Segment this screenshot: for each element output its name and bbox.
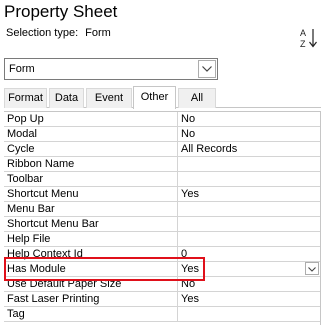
property-row-tag[interactable]: Tag <box>4 307 320 322</box>
property-grid: Pop Up No Modal No Cycle All Records Rib… <box>4 111 321 325</box>
property-label: Shortcut Menu <box>4 187 178 201</box>
property-row-help-file[interactable]: Help File <box>4 232 320 247</box>
has-module-dropdown-button[interactable] <box>305 262 319 275</box>
property-label: Tag <box>4 307 178 321</box>
property-value[interactable]: Yes <box>181 187 317 201</box>
property-row-use-default-paper-size[interactable]: Use Default Paper Size No <box>4 277 320 292</box>
object-selector-combo[interactable]: Form <box>4 58 218 80</box>
selection-type-label: Selection type: <box>6 27 79 39</box>
property-row-toolbar[interactable]: Toolbar <box>4 172 320 187</box>
svg-text:A: A <box>300 28 306 38</box>
property-label: Modal <box>4 127 178 141</box>
property-label: Shortcut Menu Bar <box>4 217 178 231</box>
property-label: Help File <box>4 232 178 246</box>
property-value[interactable]: All Records <box>181 142 317 156</box>
property-row-fast-laser-printing[interactable]: Fast Laser Printing Yes <box>4 292 320 307</box>
property-label: Use Default Paper Size <box>4 277 178 291</box>
chevron-down-icon <box>308 267 316 272</box>
property-value[interactable]: 0 <box>181 247 317 261</box>
property-row-shortcut-menu[interactable]: Shortcut Menu Yes <box>4 187 320 202</box>
panel-title: Property Sheet <box>4 2 118 21</box>
property-value[interactable]: No <box>181 112 317 126</box>
property-value[interactable]: Yes <box>181 262 317 276</box>
property-label: Cycle <box>4 142 178 156</box>
tab-all[interactable]: All <box>178 88 216 108</box>
tab-data[interactable]: Data <box>49 88 84 108</box>
property-row-shortcut-menu-bar[interactable]: Shortcut Menu Bar <box>4 217 320 232</box>
property-value[interactable]: No <box>181 277 317 291</box>
property-label: Help Context Id <box>4 247 178 261</box>
property-label: Ribbon Name <box>4 157 178 171</box>
property-row-has-module[interactable]: Has Module Yes <box>4 262 320 277</box>
property-label: Fast Laser Printing <box>4 292 178 306</box>
property-row-ribbon-name[interactable]: Ribbon Name <box>4 157 320 172</box>
tab-format[interactable]: Format <box>4 88 47 108</box>
property-row-pop-up[interactable]: Pop Up No <box>4 112 320 127</box>
property-value[interactable] <box>181 217 317 231</box>
property-row-modal[interactable]: Modal No <box>4 127 320 142</box>
property-row-help-context-id[interactable]: Help Context Id 0 <box>4 247 320 262</box>
property-tabs: Format Data Event Other All <box>4 86 321 109</box>
property-value[interactable] <box>181 232 317 246</box>
property-label: Has Module <box>4 262 178 276</box>
property-row-menu-bar[interactable]: Menu Bar <box>4 202 320 217</box>
property-row-cycle[interactable]: Cycle All Records <box>4 142 320 157</box>
object-selector-value: Form <box>9 63 35 75</box>
property-value[interactable]: No <box>181 127 317 141</box>
selection-type-row: Selection type: Form <box>6 26 111 40</box>
tab-event[interactable]: Event <box>86 88 132 108</box>
property-label: Pop Up <box>4 112 178 126</box>
object-selector-dropdown-button[interactable] <box>198 60 216 78</box>
sort-az-icon[interactable]: A Z <box>299 26 319 50</box>
property-value[interactable] <box>181 157 317 171</box>
selection-type-value: Form <box>85 27 111 39</box>
tab-other[interactable]: Other <box>133 86 176 109</box>
property-label: Toolbar <box>4 172 178 186</box>
property-value[interactable] <box>181 307 317 321</box>
property-value[interactable] <box>181 172 317 186</box>
property-sheet-panel: Property Sheet Selection type: Form A Z F… <box>0 0 325 326</box>
property-label: Menu Bar <box>4 202 178 216</box>
chevron-down-icon <box>202 66 212 72</box>
svg-text:Z: Z <box>300 39 306 49</box>
property-value[interactable] <box>181 202 317 216</box>
property-value[interactable]: Yes <box>181 292 317 306</box>
